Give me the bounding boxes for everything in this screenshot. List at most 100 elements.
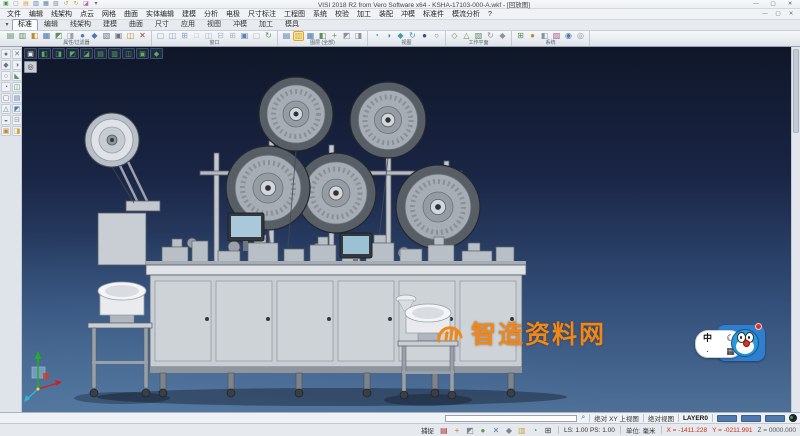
- color-filter-icon[interactable]: ◧: [29, 31, 40, 41]
- offset-tool-icon[interactable]: ◫: [12, 82, 22, 92]
- menu-item-17[interactable]: 标准件: [419, 9, 448, 20]
- vertical-scrollbar[interactable]: [791, 47, 800, 412]
- workplane-reset-icon[interactable]: ◆: [497, 31, 508, 41]
- snap-label[interactable]: 捕捉: [421, 425, 434, 435]
- search-input[interactable]: [445, 415, 577, 422]
- menu-item-8[interactable]: 分析: [200, 9, 222, 20]
- close-button[interactable]: ✕: [782, 0, 798, 8]
- ribbon-tab-5[interactable]: 尺寸: [149, 19, 175, 30]
- ribbon-tab-2[interactable]: 线架构: [64, 19, 97, 30]
- layer-manager-icon[interactable]: ▤: [281, 31, 292, 41]
- window-active-icon[interactable]: ▣: [239, 31, 250, 41]
- camera-icon[interactable]: ◉: [563, 31, 574, 41]
- select-curve-icon[interactable]: ◆: [89, 31, 100, 41]
- snap-quadrant-icon[interactable]: ◆: [504, 425, 514, 435]
- ime-dot-icon[interactable]: ·: [706, 346, 709, 356]
- ribbon-tab-0[interactable]: 标准: [12, 19, 38, 30]
- snap-icon[interactable]: ●: [527, 31, 538, 41]
- project-tool-icon[interactable]: ▤: [12, 93, 22, 103]
- fillet-tool-icon[interactable]: ◑: [12, 60, 22, 70]
- tab-overflow-button[interactable]: ▾: [2, 20, 12, 30]
- new-file-icon[interactable]: ▢: [12, 1, 20, 8]
- qat-customize-icon[interactable]: ▾: [92, 1, 100, 8]
- mdi-minimize-button[interactable]: —: [759, 10, 771, 19]
- menu-item-16[interactable]: 冲模: [397, 9, 419, 20]
- info-icon[interactable]: ◎: [575, 31, 586, 41]
- ribbon-tab-8[interactable]: 冲模: [227, 19, 253, 30]
- app-logo-icon[interactable]: ▣: [2, 1, 10, 8]
- zoom-all-icon[interactable]: ◔: [371, 31, 382, 41]
- scrollbar-thumb[interactable]: [793, 49, 799, 133]
- arc-tool-icon[interactable]: ◔: [1, 82, 11, 92]
- snap-endpoint-icon[interactable]: +: [452, 425, 462, 435]
- circle-tool-icon[interactable]: ○: [1, 71, 11, 81]
- intersect-tool-icon[interactable]: ◩: [12, 104, 22, 114]
- mdi-restore-button[interactable]: ▢: [772, 10, 784, 19]
- workplane-standard-icon[interactable]: ◇: [449, 31, 460, 41]
- attribute-brush-icon[interactable]: ▤: [5, 31, 16, 41]
- menu-item-5[interactable]: 曲面: [120, 9, 142, 20]
- line-tool-icon[interactable]: ◆: [1, 60, 11, 70]
- snap-midpoint-icon[interactable]: ◩: [465, 425, 475, 435]
- select-solid-icon[interactable]: ▣: [113, 31, 124, 41]
- ribbon-tab-1[interactable]: 编辑: [38, 19, 64, 30]
- shaded-view-icon[interactable]: ●: [419, 31, 430, 41]
- viewport-3d[interactable]: ▣◧◨◩◪▤▥◫▣◆ ◎: [22, 47, 791, 412]
- snap-intersection-icon[interactable]: ✕: [491, 425, 501, 435]
- text-tool-icon[interactable]: ▣: [1, 126, 11, 136]
- window-close-icon[interactable]: ▢: [251, 31, 262, 41]
- ribbon-tab-10[interactable]: 模具: [279, 19, 305, 30]
- ribbon-tab-7[interactable]: 视图: [201, 19, 227, 30]
- menu-item-9[interactable]: 电极: [222, 9, 244, 20]
- layer-current-icon[interactable]: ▥: [293, 31, 304, 41]
- menu-item-3[interactable]: 点云: [76, 9, 98, 20]
- menu-item-2[interactable]: 线架构: [47, 9, 76, 20]
- layer-isolate-icon[interactable]: ◩: [341, 31, 352, 41]
- rectangle-tool-icon[interactable]: ▢: [1, 93, 11, 103]
- menu-item-7[interactable]: 建模: [178, 9, 200, 20]
- menu-item-13[interactable]: 校验: [331, 9, 353, 20]
- window-four-icon[interactable]: ⊞: [227, 31, 238, 41]
- maximize-button[interactable]: ▢: [765, 0, 781, 8]
- print-icon[interactable]: ▧: [52, 1, 60, 8]
- scale-indicator[interactable]: LS: 1.00 PS: 1.00: [564, 427, 615, 434]
- snap-perpendicular-icon[interactable]: ◔: [530, 425, 540, 435]
- menu-item-0[interactable]: 文件: [3, 9, 25, 20]
- window-refresh-icon[interactable]: ↻: [263, 31, 274, 41]
- menu-item-1[interactable]: 编辑: [25, 9, 47, 20]
- menu-item-4[interactable]: 网格: [98, 9, 120, 20]
- save-icon[interactable]: ▥: [32, 1, 40, 8]
- menu-item-15[interactable]: 装配: [375, 9, 397, 20]
- ribbon-tab-4[interactable]: 曲面: [123, 19, 149, 30]
- ribbon-tab-6[interactable]: 应用: [175, 19, 201, 30]
- ime-toolbar[interactable]: 中☾·▦: [695, 322, 765, 366]
- edit-brush-icon[interactable]: ◪: [82, 1, 90, 8]
- ribbon-tab-9[interactable]: 加工: [253, 19, 279, 30]
- ime-lang-icon[interactable]: 中: [703, 333, 712, 343]
- minimize-button[interactable]: —: [748, 0, 764, 8]
- wireframe-view-icon[interactable]: ○: [431, 31, 442, 41]
- filter-clear-icon[interactable]: ✕: [137, 31, 148, 41]
- workplane-indicator[interactable]: 绝对 XY 上视图: [594, 413, 639, 423]
- menu-item-18[interactable]: 模流分析: [448, 9, 484, 20]
- window-cascade-icon[interactable]: ◫: [167, 31, 178, 41]
- trim-tool-icon[interactable]: ✕: [12, 49, 22, 59]
- mdi-close-button[interactable]: ✕: [785, 10, 797, 19]
- grid-icon[interactable]: ⊞: [515, 31, 526, 41]
- search-icon[interactable]: ⌕: [581, 414, 585, 422]
- snap-tangent-icon[interactable]: ▥: [517, 425, 527, 435]
- redo-icon[interactable]: ↻: [72, 1, 80, 8]
- extend-tool-icon[interactable]: ⊟: [12, 115, 22, 125]
- spline-tool-icon[interactable]: ◒: [1, 115, 11, 125]
- chamfer-tool-icon[interactable]: ◣: [12, 71, 22, 81]
- polyline-tool-icon[interactable]: △: [1, 104, 11, 114]
- layer-filter-icon[interactable]: ▦: [41, 31, 52, 41]
- layer-indicator[interactable]: LAYER0: [683, 415, 708, 422]
- window-new-icon[interactable]: ▢: [155, 31, 166, 41]
- open-folder-icon[interactable]: ▤: [22, 1, 30, 8]
- save-all-icon[interactable]: ▦: [42, 1, 50, 8]
- snap-center-icon[interactable]: ●: [478, 425, 488, 435]
- menu-item-19[interactable]: ?: [484, 9, 496, 20]
- filter-toggle-icon[interactable]: ◫: [125, 31, 136, 41]
- snap-grid-icon[interactable]: ▤: [439, 425, 449, 435]
